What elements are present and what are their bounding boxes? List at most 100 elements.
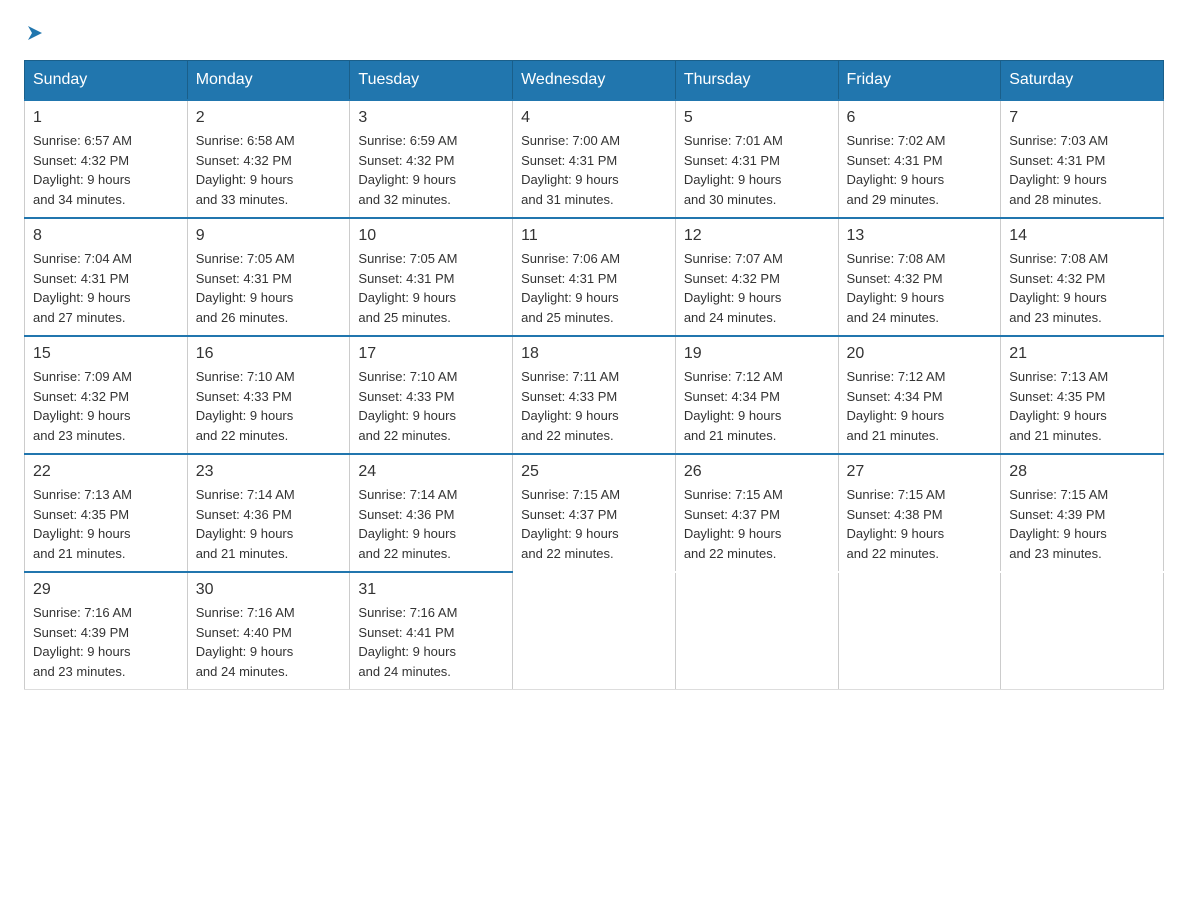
calendar-cell: 16 Sunrise: 7:10 AM Sunset: 4:33 PM Dayl… (187, 336, 350, 454)
day-info: Sunrise: 7:08 AM Sunset: 4:32 PM Dayligh… (847, 249, 993, 327)
calendar-cell: 7 Sunrise: 7:03 AM Sunset: 4:31 PM Dayli… (1001, 100, 1164, 218)
day-number: 1 (33, 109, 179, 127)
day-number: 13 (847, 227, 993, 245)
day-info: Sunrise: 7:16 AM Sunset: 4:40 PM Dayligh… (196, 603, 342, 681)
day-number: 31 (358, 581, 504, 599)
day-number: 30 (196, 581, 342, 599)
day-info: Sunrise: 7:16 AM Sunset: 4:41 PM Dayligh… (358, 603, 504, 681)
calendar-cell: 28 Sunrise: 7:15 AM Sunset: 4:39 PM Dayl… (1001, 454, 1164, 572)
calendar-week-5: 29 Sunrise: 7:16 AM Sunset: 4:39 PM Dayl… (25, 572, 1164, 690)
calendar-cell (838, 572, 1001, 690)
calendar-cell: 18 Sunrise: 7:11 AM Sunset: 4:33 PM Dayl… (513, 336, 676, 454)
calendar-cell: 23 Sunrise: 7:14 AM Sunset: 4:36 PM Dayl… (187, 454, 350, 572)
weekday-header-monday: Monday (187, 61, 350, 101)
calendar-cell: 20 Sunrise: 7:12 AM Sunset: 4:34 PM Dayl… (838, 336, 1001, 454)
day-number: 8 (33, 227, 179, 245)
day-info: Sunrise: 7:05 AM Sunset: 4:31 PM Dayligh… (358, 249, 504, 327)
day-number: 6 (847, 109, 993, 127)
day-info: Sunrise: 7:06 AM Sunset: 4:31 PM Dayligh… (521, 249, 667, 327)
calendar-week-1: 1 Sunrise: 6:57 AM Sunset: 4:32 PM Dayli… (25, 100, 1164, 218)
calendar-cell: 4 Sunrise: 7:00 AM Sunset: 4:31 PM Dayli… (513, 100, 676, 218)
day-number: 4 (521, 109, 667, 127)
day-info: Sunrise: 7:05 AM Sunset: 4:31 PM Dayligh… (196, 249, 342, 327)
day-info: Sunrise: 7:10 AM Sunset: 4:33 PM Dayligh… (358, 367, 504, 445)
day-info: Sunrise: 7:13 AM Sunset: 4:35 PM Dayligh… (33, 485, 179, 563)
day-info: Sunrise: 7:15 AM Sunset: 4:38 PM Dayligh… (847, 485, 993, 563)
calendar-cell (675, 572, 838, 690)
day-info: Sunrise: 7:03 AM Sunset: 4:31 PM Dayligh… (1009, 131, 1155, 209)
calendar-cell: 19 Sunrise: 7:12 AM Sunset: 4:34 PM Dayl… (675, 336, 838, 454)
calendar-cell: 8 Sunrise: 7:04 AM Sunset: 4:31 PM Dayli… (25, 218, 188, 336)
day-number: 17 (358, 345, 504, 363)
calendar-cell: 25 Sunrise: 7:15 AM Sunset: 4:37 PM Dayl… (513, 454, 676, 572)
calendar-cell: 17 Sunrise: 7:10 AM Sunset: 4:33 PM Dayl… (350, 336, 513, 454)
calendar-cell: 21 Sunrise: 7:13 AM Sunset: 4:35 PM Dayl… (1001, 336, 1164, 454)
calendar-cell: 3 Sunrise: 6:59 AM Sunset: 4:32 PM Dayli… (350, 100, 513, 218)
logo (24, 24, 44, 40)
weekday-header-thursday: Thursday (675, 61, 838, 101)
calendar-week-3: 15 Sunrise: 7:09 AM Sunset: 4:32 PM Dayl… (25, 336, 1164, 454)
day-info: Sunrise: 6:59 AM Sunset: 4:32 PM Dayligh… (358, 131, 504, 209)
calendar-cell: 13 Sunrise: 7:08 AM Sunset: 4:32 PM Dayl… (838, 218, 1001, 336)
calendar-cell: 27 Sunrise: 7:15 AM Sunset: 4:38 PM Dayl… (838, 454, 1001, 572)
day-number: 7 (1009, 109, 1155, 127)
day-info: Sunrise: 7:08 AM Sunset: 4:32 PM Dayligh… (1009, 249, 1155, 327)
calendar-cell: 29 Sunrise: 7:16 AM Sunset: 4:39 PM Dayl… (25, 572, 188, 690)
day-number: 16 (196, 345, 342, 363)
day-info: Sunrise: 7:11 AM Sunset: 4:33 PM Dayligh… (521, 367, 667, 445)
weekday-header-wednesday: Wednesday (513, 61, 676, 101)
day-number: 3 (358, 109, 504, 127)
day-number: 19 (684, 345, 830, 363)
day-info: Sunrise: 7:15 AM Sunset: 4:37 PM Dayligh… (521, 485, 667, 563)
day-info: Sunrise: 7:01 AM Sunset: 4:31 PM Dayligh… (684, 131, 830, 209)
page-header (24, 24, 1164, 40)
day-number: 28 (1009, 463, 1155, 481)
day-number: 11 (521, 227, 667, 245)
day-number: 5 (684, 109, 830, 127)
calendar-cell (513, 572, 676, 690)
day-info: Sunrise: 7:16 AM Sunset: 4:39 PM Dayligh… (33, 603, 179, 681)
calendar-cell: 30 Sunrise: 7:16 AM Sunset: 4:40 PM Dayl… (187, 572, 350, 690)
day-number: 24 (358, 463, 504, 481)
calendar-cell: 11 Sunrise: 7:06 AM Sunset: 4:31 PM Dayl… (513, 218, 676, 336)
calendar-cell: 6 Sunrise: 7:02 AM Sunset: 4:31 PM Dayli… (838, 100, 1001, 218)
calendar-cell: 26 Sunrise: 7:15 AM Sunset: 4:37 PM Dayl… (675, 454, 838, 572)
day-number: 9 (196, 227, 342, 245)
calendar-cell: 1 Sunrise: 6:57 AM Sunset: 4:32 PM Dayli… (25, 100, 188, 218)
weekday-header-friday: Friday (838, 61, 1001, 101)
weekday-header-sunday: Sunday (25, 61, 188, 101)
weekday-header-saturday: Saturday (1001, 61, 1164, 101)
day-info: Sunrise: 7:09 AM Sunset: 4:32 PM Dayligh… (33, 367, 179, 445)
day-info: Sunrise: 7:10 AM Sunset: 4:33 PM Dayligh… (196, 367, 342, 445)
calendar-header-row: SundayMondayTuesdayWednesdayThursdayFrid… (25, 61, 1164, 101)
day-info: Sunrise: 6:57 AM Sunset: 4:32 PM Dayligh… (33, 131, 179, 209)
calendar-cell: 9 Sunrise: 7:05 AM Sunset: 4:31 PM Dayli… (187, 218, 350, 336)
day-number: 2 (196, 109, 342, 127)
day-number: 12 (684, 227, 830, 245)
day-number: 27 (847, 463, 993, 481)
calendar-cell: 31 Sunrise: 7:16 AM Sunset: 4:41 PM Dayl… (350, 572, 513, 690)
calendar-week-2: 8 Sunrise: 7:04 AM Sunset: 4:31 PM Dayli… (25, 218, 1164, 336)
calendar-cell (1001, 572, 1164, 690)
calendar-week-4: 22 Sunrise: 7:13 AM Sunset: 4:35 PM Dayl… (25, 454, 1164, 572)
calendar-cell: 14 Sunrise: 7:08 AM Sunset: 4:32 PM Dayl… (1001, 218, 1164, 336)
calendar-cell: 2 Sunrise: 6:58 AM Sunset: 4:32 PM Dayli… (187, 100, 350, 218)
day-info: Sunrise: 7:15 AM Sunset: 4:37 PM Dayligh… (684, 485, 830, 563)
day-number: 15 (33, 345, 179, 363)
day-number: 25 (521, 463, 667, 481)
calendar-table: SundayMondayTuesdayWednesdayThursdayFrid… (24, 60, 1164, 690)
day-info: Sunrise: 7:15 AM Sunset: 4:39 PM Dayligh… (1009, 485, 1155, 563)
day-number: 22 (33, 463, 179, 481)
calendar-cell: 5 Sunrise: 7:01 AM Sunset: 4:31 PM Dayli… (675, 100, 838, 218)
day-info: Sunrise: 7:07 AM Sunset: 4:32 PM Dayligh… (684, 249, 830, 327)
day-info: Sunrise: 7:00 AM Sunset: 4:31 PM Dayligh… (521, 131, 667, 209)
calendar-cell: 12 Sunrise: 7:07 AM Sunset: 4:32 PM Dayl… (675, 218, 838, 336)
day-info: Sunrise: 6:58 AM Sunset: 4:32 PM Dayligh… (196, 131, 342, 209)
calendar-cell: 22 Sunrise: 7:13 AM Sunset: 4:35 PM Dayl… (25, 454, 188, 572)
day-info: Sunrise: 7:14 AM Sunset: 4:36 PM Dayligh… (196, 485, 342, 563)
day-info: Sunrise: 7:12 AM Sunset: 4:34 PM Dayligh… (847, 367, 993, 445)
day-number: 21 (1009, 345, 1155, 363)
calendar-cell: 10 Sunrise: 7:05 AM Sunset: 4:31 PM Dayl… (350, 218, 513, 336)
weekday-header-tuesday: Tuesday (350, 61, 513, 101)
day-number: 18 (521, 345, 667, 363)
